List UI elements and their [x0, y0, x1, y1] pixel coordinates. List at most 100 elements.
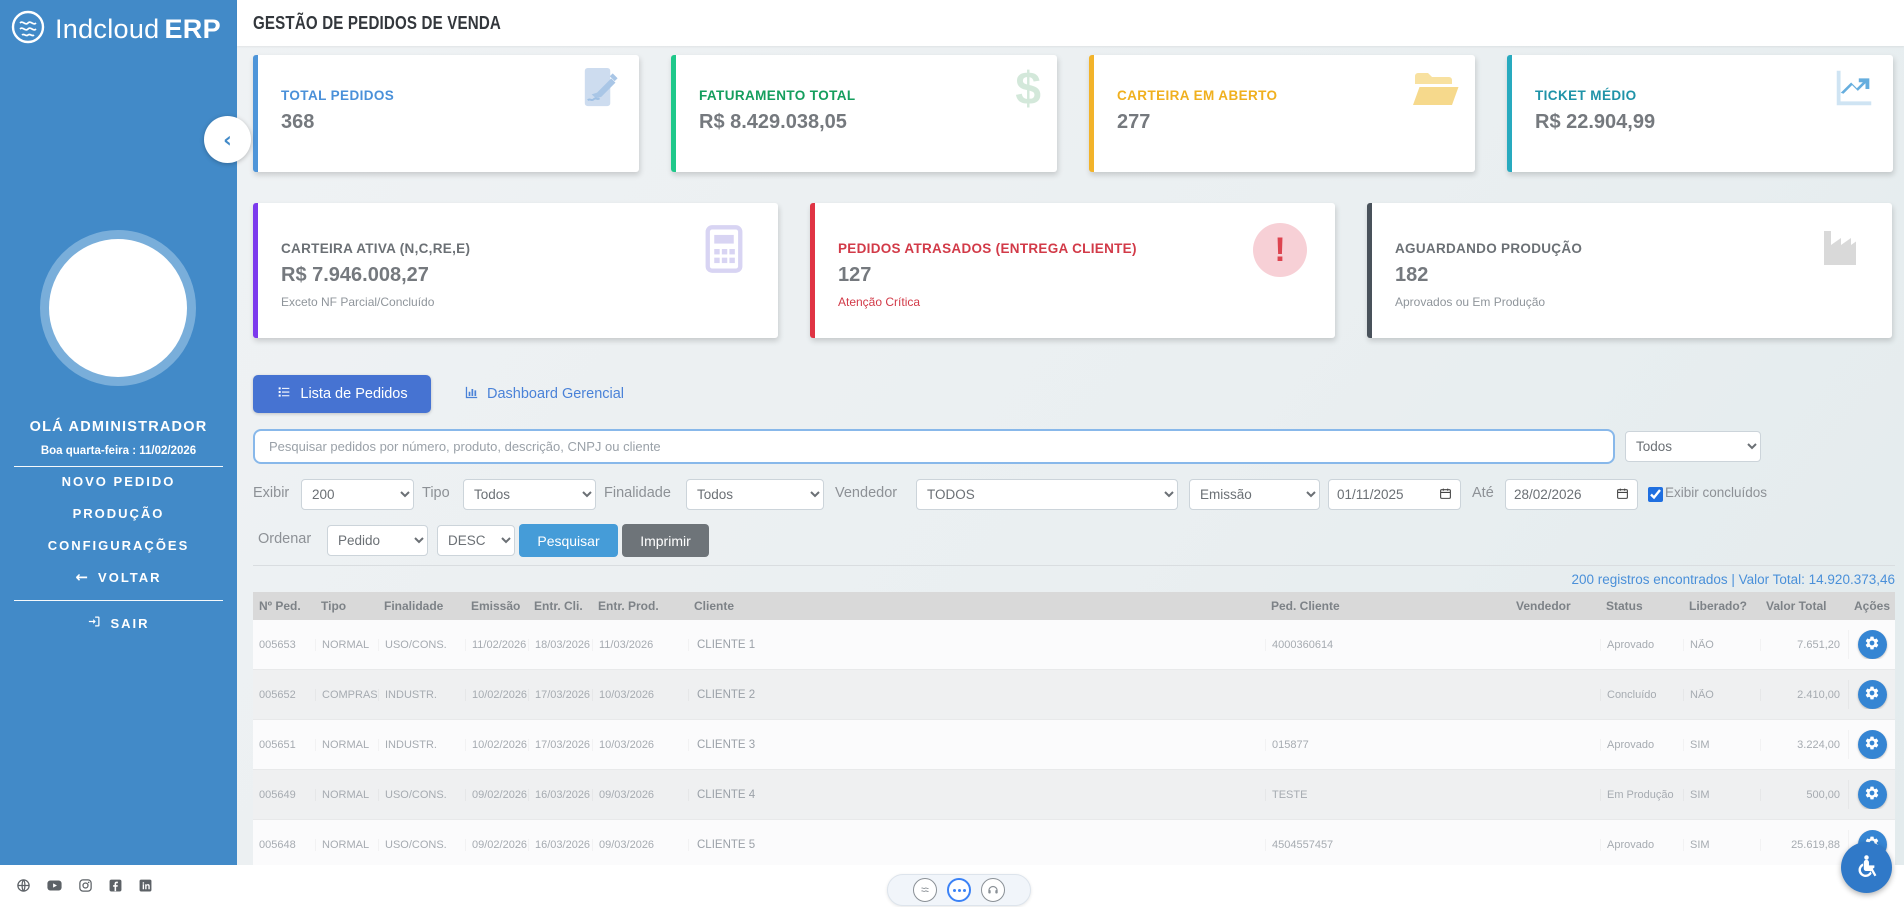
cell-status: Aprovado: [1600, 839, 1683, 851]
cell-num-pedido: 005648: [253, 839, 315, 851]
date-type-select[interactable]: Emissão: [1189, 479, 1320, 510]
column-header: Tipo: [315, 599, 378, 613]
table-row: 005652 COMPRAS INDUSTR. 10/02/2026 17/03…: [253, 670, 1895, 720]
stat-cards-row-2: CARTEIRA ATIVA (N,C,RE,E) R$ 7.946.008,2…: [253, 203, 1892, 338]
cell-liberado: SIM: [1683, 739, 1760, 751]
tipo-select[interactable]: Todos: [463, 479, 596, 510]
cell-valor-total: 2.410,00: [1760, 689, 1848, 701]
table-header-row: Nº Ped. Tipo Finalidade Emissão Entr. Cl…: [253, 592, 1895, 620]
youtube-icon[interactable]: [46, 877, 63, 894]
column-header: Ações: [1848, 599, 1895, 613]
date-to-input[interactable]: 28/02/2026: [1505, 479, 1638, 510]
row-actions-gear-button[interactable]: [1858, 780, 1887, 809]
chart-up-icon: [1831, 65, 1877, 116]
table-row: 005648 NORMAL USO/CONS. 09/02/2026 16/03…: [253, 820, 1895, 870]
exibir-label: Exibir: [253, 485, 289, 501]
open-folder-icon: [1411, 65, 1459, 118]
card-carteira-ativa: CARTEIRA ATIVA (N,C,RE,E) R$ 7.946.008,2…: [253, 203, 778, 338]
sidebar-collapse-button[interactable]: ‹: [204, 116, 251, 163]
cell-tipo: NORMAL: [315, 639, 378, 651]
accessibility-button[interactable]: [1841, 842, 1892, 893]
card-label: PEDIDOS ATRASADOS (ENTREGA CLIENTE): [838, 241, 1137, 256]
cell-ped-cliente: 015877: [1265, 739, 1510, 751]
ordenar-direction-select[interactable]: DESC: [437, 525, 515, 556]
card-total-pedidos: TOTAL PEDIDOS 368: [253, 55, 639, 172]
sidebar-item-sair[interactable]: SAIR: [0, 614, 237, 632]
exibir-concluidos-label: Exibir concluídos: [1665, 485, 1767, 500]
exibir-select[interactable]: 200: [301, 479, 414, 510]
brand-icon[interactable]: [913, 878, 937, 902]
cell-liberado: SIM: [1683, 839, 1760, 851]
cell-entr-cli: 16/03/2026: [528, 789, 592, 801]
card-value: R$ 8.429.038,05: [699, 111, 847, 134]
gear-icon: [1864, 785, 1880, 804]
user-avatar: [40, 230, 196, 386]
sidebar-item-novo-pedido[interactable]: NOVO PEDIDO: [0, 474, 237, 489]
pesquisar-button[interactable]: Pesquisar: [519, 524, 618, 557]
sidebar-item-configuracoes[interactable]: CONFIGURAÇÕES: [0, 538, 237, 553]
cell-entr-cli: 17/03/2026: [528, 739, 592, 751]
card-pedidos-atrasados: PEDIDOS ATRASADOS (ENTREGA CLIENTE) 127 …: [810, 203, 1335, 338]
globe-icon[interactable]: [16, 878, 31, 893]
search-input[interactable]: [253, 429, 1615, 464]
card-label: FATURAMENTO TOTAL: [699, 88, 856, 103]
vendedor-label: Vendedor: [835, 485, 897, 501]
card-ticket-medio: TICKET MÉDIO R$ 22.904,99: [1507, 55, 1893, 172]
linkedin-icon[interactable]: [138, 878, 153, 893]
gear-icon: [1864, 635, 1880, 654]
calendar-icon: [1616, 487, 1629, 503]
ordenar-field-select[interactable]: Pedido: [327, 525, 428, 556]
tab-dashboard-gerencial[interactable]: Dashboard Gerencial: [453, 375, 634, 413]
user-greeting: OLÁ ADMINISTRADOR: [0, 419, 237, 435]
exibir-concluidos-checkbox[interactable]: [1648, 487, 1663, 502]
card-value: 182: [1395, 264, 1428, 287]
table-row: 005651 NORMAL INDUSTR. 10/02/2026 17/03/…: [253, 720, 1895, 770]
cell-finalidade: INDUSTR.: [378, 739, 465, 751]
indcloud-logo-icon: [10, 9, 46, 50]
row-actions-gear-button[interactable]: [1858, 730, 1887, 759]
card-label: AGUARDANDO PRODUÇÃO: [1395, 241, 1582, 256]
chat-dots-icon[interactable]: [947, 878, 971, 902]
cell-finalidade: INDUSTR.: [378, 689, 465, 701]
cell-tipo: COMPRAS: [315, 689, 378, 701]
facebook-icon[interactable]: [108, 878, 123, 893]
column-header: Status: [1600, 599, 1683, 613]
instagram-icon[interactable]: [78, 878, 93, 893]
chevron-left-icon: ‹: [223, 128, 232, 152]
finalidade-select[interactable]: Todos: [686, 479, 824, 510]
list-icon: [276, 384, 292, 404]
cell-acoes: [1848, 680, 1895, 709]
cell-entr-cli: 16/03/2026: [528, 839, 592, 851]
vendedor-select[interactable]: TODOS: [916, 479, 1178, 510]
cell-finalidade: USO/CONS.: [378, 839, 465, 851]
calculator-icon: [698, 223, 750, 280]
date-from-input[interactable]: 01/11/2025: [1328, 479, 1461, 510]
row-actions-gear-button[interactable]: [1858, 630, 1887, 659]
imprimir-button[interactable]: Imprimir: [622, 524, 709, 557]
results-summary: 200 registros encontrados | Valor Total:…: [253, 572, 1895, 587]
app-window: IndcloudERP OLÁ ADMINISTRADOR Boa quarta…: [0, 0, 1904, 907]
cell-num-pedido: 005651: [253, 739, 315, 751]
sidebar-item-producao[interactable]: PRODUÇÃO: [0, 506, 237, 521]
cell-emissao: 10/02/2026: [465, 739, 528, 751]
sidebar-item-voltar[interactable]: ←VOLTAR: [0, 568, 237, 586]
gear-icon: [1864, 735, 1880, 754]
sidebar-divider: [14, 600, 223, 601]
tab-lista-de-pedidos[interactable]: Lista de Pedidos: [253, 375, 431, 413]
card-value: R$ 22.904,99: [1535, 111, 1655, 134]
app-logo-text: IndcloudERP: [55, 14, 221, 45]
cell-entr-prod: 11/03/2026: [592, 639, 688, 651]
column-header: Finalidade: [378, 599, 465, 613]
card-value: 127: [838, 264, 871, 287]
calendar-icon: [1439, 487, 1452, 503]
cell-num-pedido: 005649: [253, 789, 315, 801]
gear-icon: [1864, 685, 1880, 704]
cell-tipo: NORMAL: [315, 839, 378, 851]
card-label: CARTEIRA ATIVA (N,C,RE,E): [281, 241, 470, 256]
card-faturamento-total: FATURAMENTO TOTAL R$ 8.429.038,05 $: [671, 55, 1057, 172]
logout-icon: [87, 614, 102, 632]
status-filter-select[interactable]: Todos: [1625, 431, 1761, 462]
row-actions-gear-button[interactable]: [1858, 680, 1887, 709]
finalidade-label: Finalidade: [604, 485, 671, 501]
headset-icon[interactable]: [981, 878, 1005, 902]
